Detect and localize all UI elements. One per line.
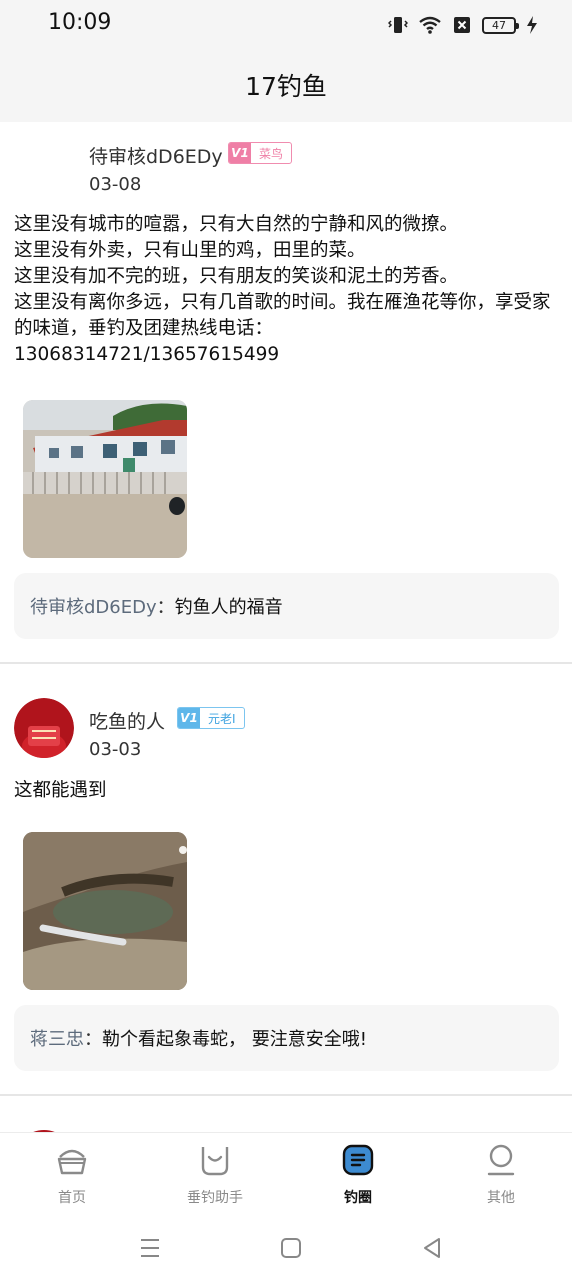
comment-box[interactable]: 待审核dD6EDy：钓鱼人的福音	[14, 573, 559, 639]
post-image[interactable]	[23, 832, 187, 990]
nav-item-circle[interactable]: 钓圈	[308, 1143, 408, 1207]
nav-item-other[interactable]: 其他	[451, 1143, 551, 1207]
profile-icon	[487, 1144, 515, 1176]
nav-label: 垂钓助手	[187, 1190, 243, 1206]
post-username[interactable]: 待审核dD6EDy	[89, 142, 223, 169]
avatar[interactable]	[14, 698, 74, 758]
house-photo	[23, 400, 187, 558]
post-text: 这里没有城市的喧嚣，只有大自然的宁静和风的微撩。 这里没有外卖，只有山里的鸡，田…	[14, 214, 551, 365]
comment-separator: ：	[156, 597, 175, 618]
post-date: 03-03	[89, 739, 142, 760]
status-time: 10:09	[48, 10, 112, 35]
post-divider	[0, 662, 572, 664]
comment-author[interactable]: 待审核dD6EDy	[30, 593, 157, 619]
circle-icon	[342, 1144, 374, 1176]
level-badge: V1 菜鸟	[228, 142, 293, 164]
home-square-icon[interactable]	[278, 1235, 304, 1261]
level-badge: V1 元老Ⅰ	[177, 707, 245, 729]
battery-icon: 47	[482, 16, 519, 34]
nav-item-home[interactable]: 首页	[22, 1143, 122, 1207]
menu-icon[interactable]	[137, 1235, 163, 1261]
bottom-nav: 首页 垂钓助手 钓圈 其他	[0, 1132, 572, 1218]
comment-box[interactable]: 蒋三忠：勒个看起象毒蛇， 要注意安全哦!	[14, 1005, 559, 1071]
level-badge-label: 元老Ⅰ	[208, 711, 236, 726]
comment-author[interactable]: 蒋三忠	[30, 1025, 84, 1051]
status-icons: 47	[388, 14, 538, 36]
nav-label: 钓圈	[344, 1190, 372, 1206]
nav-label: 其他	[487, 1190, 515, 1206]
status-bar: 10:09 47	[0, 0, 572, 52]
vip-icon: V1	[178, 708, 200, 728]
post-divider	[0, 1094, 572, 1096]
wifi-icon	[419, 16, 441, 34]
sim-blocked-icon	[454, 17, 470, 33]
feed[interactable]: 待审核dD6EDy V1 菜鸟 03-08 这里没有城市的喧嚣，只有大自然的宁静…	[0, 122, 572, 1132]
vibrate-icon	[388, 17, 408, 33]
system-nav	[0, 1218, 572, 1280]
app-header: 17钓鱼	[0, 52, 572, 122]
post-username[interactable]: 吃鱼的人	[89, 707, 165, 734]
home-icon	[57, 1149, 87, 1175]
comment-text: 勒个看起象毒蛇， 要注意安全哦!	[102, 1029, 367, 1050]
post-image[interactable]	[23, 400, 187, 558]
charging-icon	[527, 16, 537, 34]
nav-item-assistant[interactable]: 垂钓助手	[165, 1143, 265, 1207]
comment-text: 钓鱼人的福音	[174, 597, 283, 618]
comment-separator: ：	[84, 1029, 102, 1050]
nav-label: 首页	[58, 1190, 86, 1206]
post-date: 03-08	[89, 174, 142, 195]
post-text: 这都能遇到	[14, 780, 107, 801]
back-icon[interactable]	[419, 1235, 445, 1261]
snake-photo	[23, 832, 187, 990]
vip-icon: V1	[229, 143, 251, 163]
level-badge-label: 菜鸟	[259, 146, 284, 161]
assistant-icon	[201, 1147, 229, 1176]
page-title: 17钓鱼	[245, 72, 327, 101]
